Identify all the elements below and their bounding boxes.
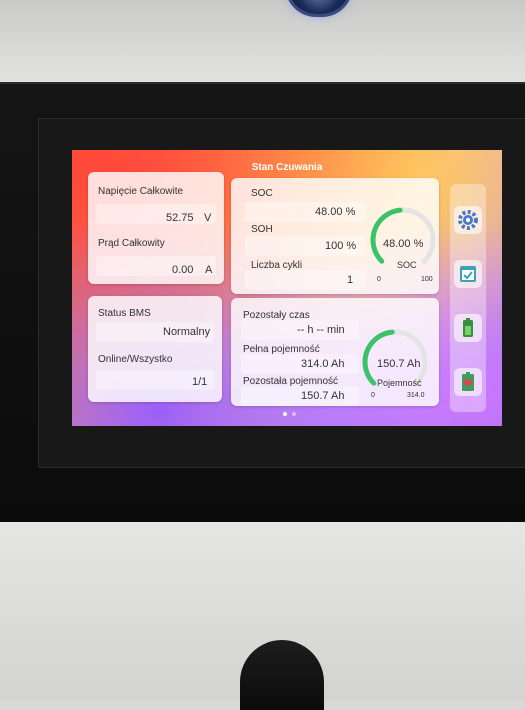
soc-gauge-caption: SOC <box>397 260 417 270</box>
capacity-gauge-value: 150.7 Ah <box>377 358 421 370</box>
voltage-unit: V <box>204 212 212 224</box>
voltage-label: Napięcie Całkowite <box>98 186 184 197</box>
soc-gauge-value: 48.00 % <box>383 238 424 250</box>
status-card: Status BMS Normalny Online/Wszystko 1/1 <box>88 296 222 402</box>
battery-health-button[interactable] <box>454 368 482 396</box>
capacity-gauge-min: 0 <box>371 392 375 399</box>
checklist-button[interactable] <box>454 260 482 288</box>
soc-label: SOC <box>251 188 273 199</box>
current-unit: A <box>205 264 213 276</box>
soc-gauge-arc <box>370 207 403 264</box>
soh-value: 100 % <box>325 240 357 252</box>
current-field <box>96 256 216 276</box>
status-label: Status BMS <box>98 308 151 319</box>
battery-button[interactable] <box>454 314 482 342</box>
voltage-field <box>96 204 216 224</box>
capacity-gauge-max: 314.0 <box>407 392 425 399</box>
sidebar-nav <box>450 184 486 412</box>
voltage-card: Napięcie Całkowite 52.75 V Prąd Całkowit… <box>88 172 224 284</box>
remaining-capacity-value: 150.7 Ah <box>301 390 345 402</box>
full-capacity-value: 314.0 Ah <box>301 358 345 370</box>
capacity-card: Pozostały czas -- h -- min Pełna pojemno… <box>231 298 439 406</box>
voltage-value: 52.75 <box>166 212 194 224</box>
battery-icon <box>463 318 473 337</box>
status-value: Normalny <box>163 326 211 338</box>
settings-button[interactable] <box>454 206 482 234</box>
online-value: 1/1 <box>192 376 208 388</box>
soh-label: SOH <box>251 224 273 235</box>
page-dot[interactable] <box>283 412 287 416</box>
checklist-icon <box>460 266 476 282</box>
soc-value: 48.00 % <box>315 206 356 218</box>
capacity-gauge-caption: Pojemność <box>377 378 422 388</box>
soc-card: SOC 48.00 % SOH 100 % Liczba cykli 1 48.… <box>231 178 439 294</box>
current-value: 0.00 <box>172 264 194 276</box>
time-value: -- h -- min <box>297 324 345 336</box>
page-dot[interactable] <box>292 412 296 416</box>
soc-gauge-max: 100 <box>421 276 433 283</box>
bms-screen: Stan Czuwania Napięcie Całkowite 52.75 V… <box>72 150 502 426</box>
soc-gauge-min: 0 <box>377 276 381 283</box>
battery-heart-icon <box>462 372 474 391</box>
current-label: Prąd Całkowity <box>98 238 165 249</box>
gear-icon <box>458 210 478 230</box>
cycles-value: 1 <box>347 274 354 286</box>
online-label: Online/Wszystko <box>98 354 173 365</box>
